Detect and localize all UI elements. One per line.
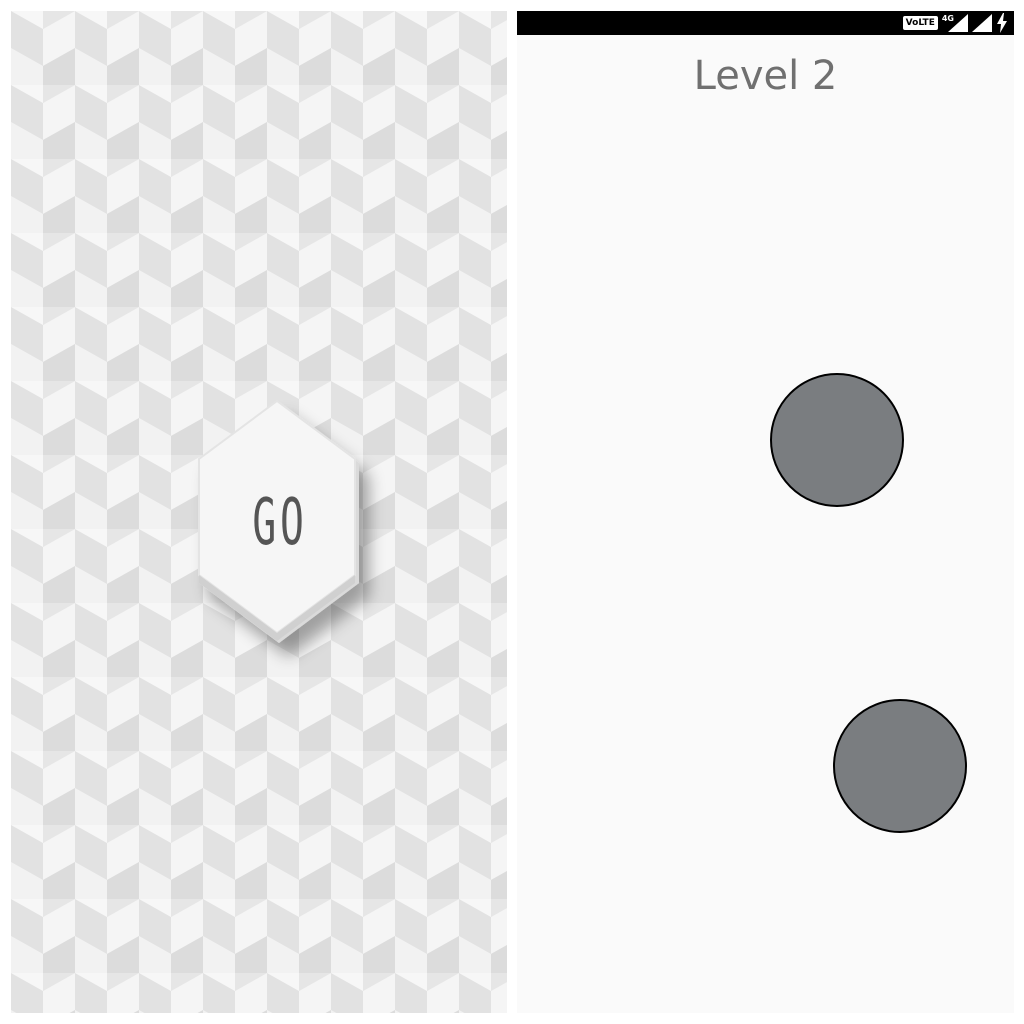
status-icons: VoLTE 4G	[902, 11, 1008, 35]
ball-1[interactable]	[770, 373, 904, 507]
battery-charging-icon	[997, 13, 1007, 33]
signal-icon	[972, 14, 992, 32]
screenshot-composite: GO VoLTE 4G Level 2	[0, 0, 1024, 1024]
level-title: Level 2	[693, 53, 838, 99]
start-screen: GO	[11, 11, 507, 1013]
ball-2[interactable]	[833, 699, 967, 833]
go-button[interactable]: GO	[197, 391, 367, 651]
go-label: GO	[252, 486, 308, 560]
level-screen: VoLTE 4G Level 2	[517, 11, 1014, 1013]
status-bar: VoLTE 4G	[517, 11, 1014, 35]
network-type-label: 4G	[941, 13, 954, 23]
volte-icon: VoLTE	[902, 16, 938, 30]
